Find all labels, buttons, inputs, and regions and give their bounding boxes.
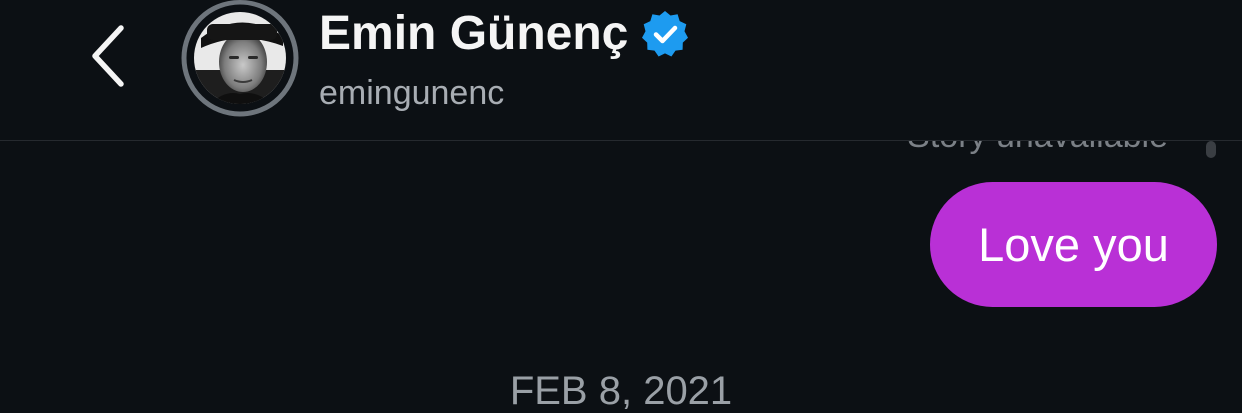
- story-unavailable-note: Story unavailable: [907, 141, 1168, 157]
- contact-username: emingunenc: [319, 74, 505, 112]
- verified-badge-icon: [642, 11, 689, 57]
- message-text: Love you: [978, 217, 1169, 271]
- conversation-header: Emin Günenç emingunenc: [0, 0, 1242, 141]
- message-thread[interactable]: Story unavailable Love you FEB 8, 2021: [0, 141, 1242, 413]
- contact-name: Emin Günenç: [319, 7, 629, 60]
- back-button[interactable]: [78, 20, 138, 92]
- message-bubble-sent[interactable]: Love you: [930, 182, 1217, 307]
- date-separator: FEB 8, 2021: [509, 369, 733, 413]
- avatar[interactable]: [179, 0, 301, 118]
- chevron-left-icon: [92, 25, 124, 87]
- contact-name-row[interactable]: Emin Günenç: [319, 6, 690, 62]
- scrollbar-thumb[interactable]: [1206, 141, 1216, 158]
